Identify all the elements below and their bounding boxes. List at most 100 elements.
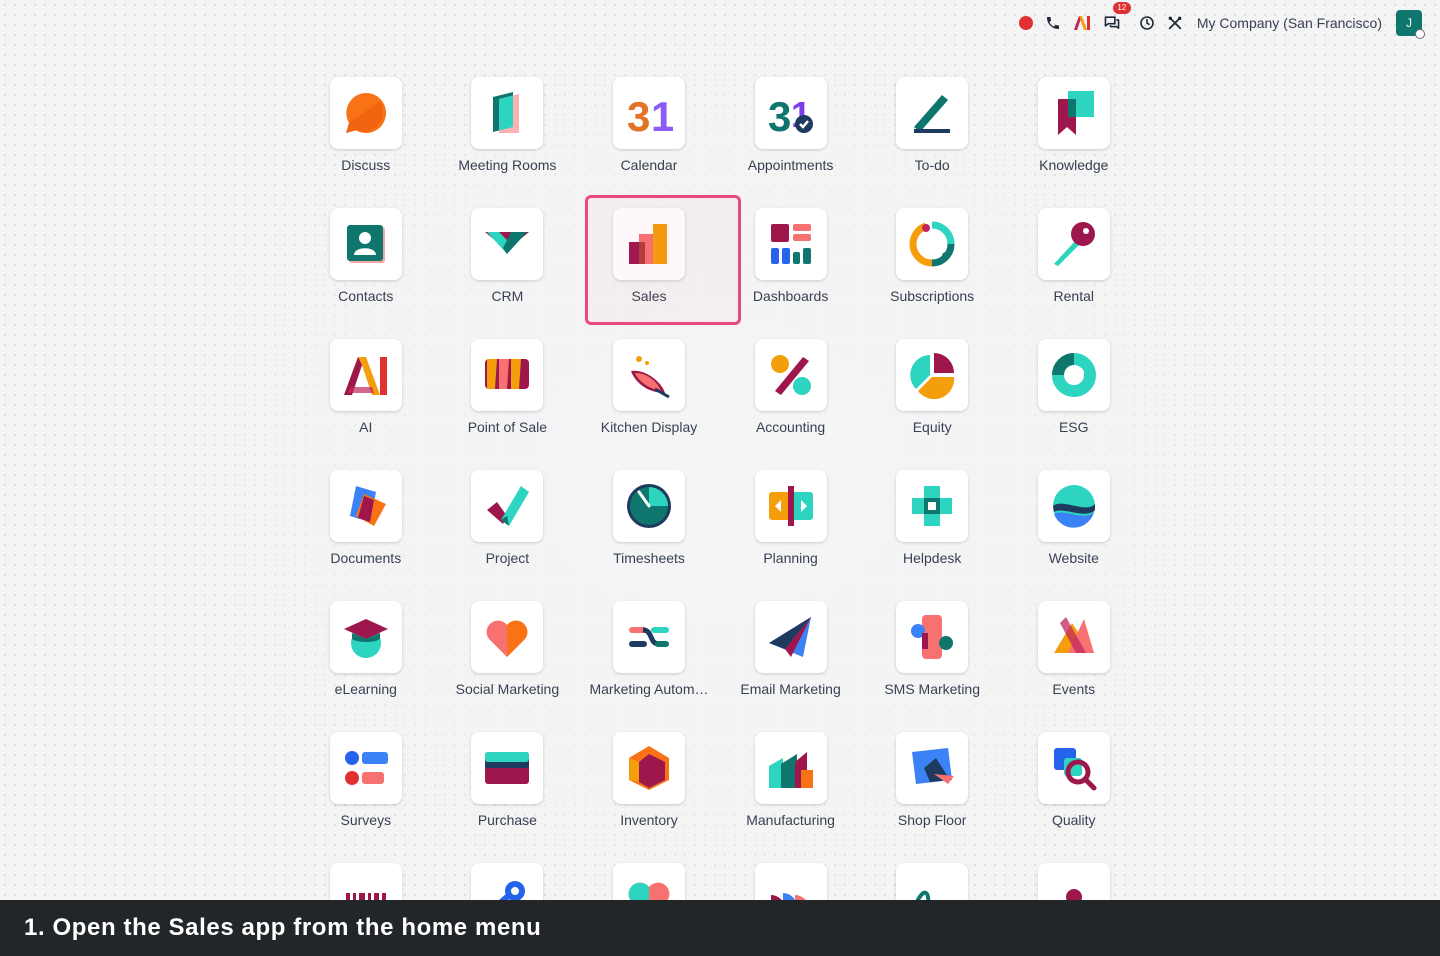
app-label: Knowledge: [1039, 157, 1109, 173]
chat-icon: [1104, 16, 1120, 29]
app-calendar[interactable]: 313 Calendar: [578, 76, 720, 207]
knowledge-icon: [1057, 91, 1094, 135]
phone-icon: [1046, 17, 1059, 29]
social-marketing-icon: [486, 620, 528, 657]
app-label: AI: [359, 419, 373, 435]
app-planning[interactable]: Planning: [720, 469, 862, 600]
svg-text:1: 1: [651, 93, 673, 137]
app-label: Kitchen Display: [600, 419, 698, 435]
company-switcher[interactable]: My Company (San Francisco): [1197, 15, 1382, 31]
app-appointments[interactable]: 31 Appointments: [720, 76, 862, 207]
documents-icon: [349, 486, 386, 526]
app-label: Purchase: [477, 812, 537, 828]
app-accounting[interactable]: Accounting: [720, 338, 862, 469]
app-label: Documents: [330, 550, 402, 566]
sales-icon: [628, 224, 667, 264]
contacts-icon: [346, 225, 385, 263]
app-subscriptions[interactable]: Subscriptions: [861, 207, 1003, 338]
app-label: Point of Sale: [467, 419, 548, 435]
app-project[interactable]: Project: [437, 469, 579, 600]
app-label: Meeting Rooms: [458, 157, 557, 173]
app-social-marketing[interactable]: Social Marketing: [437, 600, 579, 731]
app-label: Discuss: [341, 157, 391, 173]
app-label: To-do: [914, 157, 950, 173]
app-purchase[interactable]: Purchase: [437, 731, 579, 862]
app-website[interactable]: Website: [1003, 469, 1145, 600]
events-icon: [1053, 617, 1094, 653]
app-todo[interactable]: To-do: [861, 76, 1003, 207]
app-sales[interactable]: Sales: [578, 195, 741, 338]
ai-button[interactable]: [1073, 8, 1091, 38]
app-contacts[interactable]: Contacts: [295, 207, 437, 338]
shop-floor-icon: [912, 748, 955, 784]
app-label: eLearning: [334, 681, 397, 697]
quality-icon: [1053, 748, 1097, 791]
equity-icon: [910, 353, 955, 399]
app-label: Events: [1052, 681, 1096, 697]
app-documents[interactable]: Documents: [295, 469, 437, 600]
ai-small-icon: [1073, 16, 1090, 30]
helpdesk-icon: [912, 486, 953, 526]
app-quality[interactable]: Quality: [1003, 731, 1145, 862]
todo-icon: [914, 95, 951, 133]
app-meeting-rooms[interactable]: Meeting Rooms: [437, 76, 579, 207]
app-label: Social Marketing: [455, 681, 560, 697]
app-label: Accounting: [755, 419, 826, 435]
app-discuss[interactable]: Discuss: [295, 76, 437, 207]
email-marketing-icon: [768, 617, 811, 657]
project-icon: [487, 486, 530, 526]
app-helpdesk[interactable]: Helpdesk: [861, 469, 1003, 600]
app-shop-floor[interactable]: Shop Floor: [861, 731, 1003, 862]
app-sms-marketing[interactable]: SMS Marketing: [861, 600, 1003, 731]
app-manufacturing[interactable]: Manufacturing: [720, 731, 862, 862]
app-email-marketing[interactable]: Email Marketing: [720, 600, 862, 731]
app-dashboards[interactable]: Dashboards: [720, 207, 862, 338]
app-timesheets[interactable]: Timesheets: [578, 469, 720, 600]
app-label: Subscriptions: [890, 288, 975, 304]
tools-icon: [1168, 16, 1182, 30]
dashboards-icon: [770, 224, 811, 264]
status-indicator: [1415, 29, 1425, 39]
manufacturing-icon: [768, 752, 813, 788]
app-label: Sales: [631, 288, 667, 304]
app-events[interactable]: Events: [1003, 600, 1145, 731]
app-point-of-sale[interactable]: Point of Sale: [437, 338, 579, 469]
subscriptions-icon: [909, 221, 955, 267]
app-label: Manufacturing: [746, 812, 835, 828]
top-navbar: 12 My Company (San Francisco) J: [0, 0, 1440, 46]
app-kitchen-display[interactable]: Kitchen Display: [578, 338, 720, 469]
app-inventory[interactable]: Inventory: [578, 731, 720, 862]
app-knowledge[interactable]: Knowledge: [1003, 76, 1145, 207]
activities-button[interactable]: [1139, 8, 1155, 38]
app-label: Timesheets: [613, 550, 685, 566]
app-label: Rental: [1053, 288, 1094, 304]
app-label: Inventory: [620, 812, 678, 828]
esg-icon: [1051, 353, 1096, 397]
app-label: Quality: [1051, 812, 1096, 828]
app-esg[interactable]: ESG: [1003, 338, 1145, 469]
app-ai[interactable]: AI: [295, 338, 437, 469]
clock-icon: [1140, 16, 1154, 30]
crm-icon: [485, 232, 530, 254]
meeting-rooms-icon: [493, 92, 520, 133]
app-label: Calendar: [620, 157, 678, 173]
rental-icon: [1053, 222, 1095, 266]
website-icon: [1052, 485, 1095, 528]
app-equity[interactable]: Equity: [861, 338, 1003, 469]
messages-button[interactable]: 12: [1103, 2, 1131, 38]
svg-text:3: 3: [627, 93, 650, 137]
app-label: ESG: [1058, 419, 1089, 435]
app-rental[interactable]: Rental: [1003, 207, 1145, 338]
debug-tools-button[interactable]: [1167, 8, 1183, 38]
app-marketing-automation[interactable]: Marketing Autom…: [578, 600, 720, 731]
app-elearning[interactable]: eLearning: [295, 600, 437, 731]
app-label: Planning: [763, 550, 818, 566]
recording-indicator[interactable]: [1018, 8, 1033, 38]
app-label: Shop Floor: [897, 812, 967, 828]
user-avatar[interactable]: J: [1396, 10, 1425, 39]
app-label: Surveys: [340, 812, 392, 828]
phone-button[interactable]: [1045, 8, 1061, 38]
app-surveys[interactable]: Surveys: [295, 731, 437, 862]
app-label: Marketing Autom…: [589, 681, 709, 697]
app-crm[interactable]: CRM: [437, 207, 579, 338]
